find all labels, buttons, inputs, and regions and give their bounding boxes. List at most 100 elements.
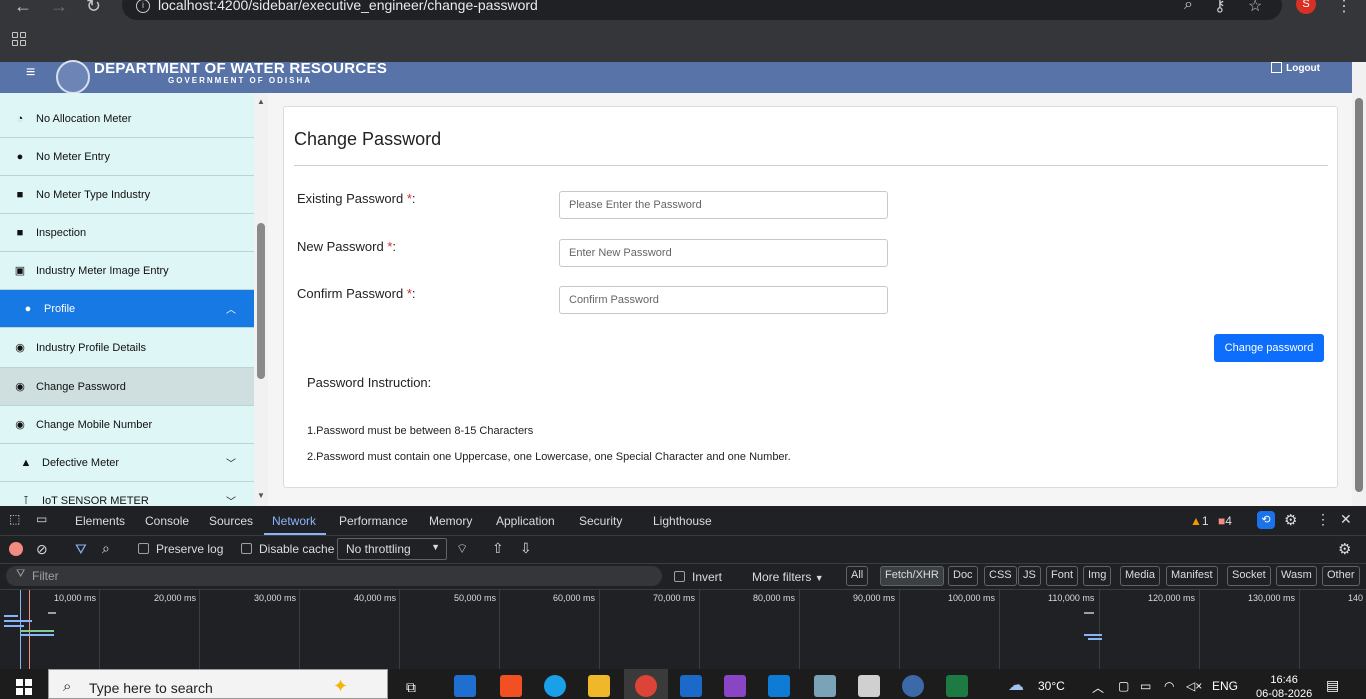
error-count-badge[interactable]: ■4: [1218, 514, 1232, 528]
network-settings-icon[interactable]: ⚙: [1338, 540, 1351, 558]
export-har-icon[interactable]: ⇩: [520, 540, 532, 557]
visual-studio-icon[interactable]: [724, 675, 746, 697]
sidebar-item-industry-meter-image-entry[interactable]: ▣ Industry Meter Image Entry: [0, 252, 254, 290]
tab-elements[interactable]: Elements: [75, 514, 125, 528]
wifi-icon[interactable]: ◠: [1164, 679, 1174, 693]
volume-muted-icon[interactable]: ◁×: [1186, 679, 1202, 693]
app-icon[interactable]: [814, 675, 836, 697]
microsoft-store-icon[interactable]: [500, 675, 522, 697]
network-timeline-overview[interactable]: 10,000 ms 20,000 ms 30,000 ms 40,000 ms …: [0, 590, 1366, 669]
sidebar-scrollbar[interactable]: ▲ ▼: [254, 93, 268, 506]
tab-memory[interactable]: Memory: [429, 514, 472, 528]
bookmark-star-icon[interactable]: ☆: [1248, 0, 1262, 16]
filter-input[interactable]: ⛛ Filter: [6, 566, 662, 586]
record-stop-icon[interactable]: [9, 542, 23, 556]
sidebar-item-industry-profile-details[interactable]: ◉ Industry Profile Details: [0, 328, 254, 368]
invert-checkbox[interactable]: [674, 571, 685, 582]
task-view-icon[interactable]: ⧉: [406, 679, 428, 699]
windows-start-icon[interactable]: [16, 679, 32, 695]
sidebar-item-no-meter-entry[interactable]: ● No Meter Entry: [0, 138, 254, 176]
menu-toggle-icon[interactable]: ≡: [26, 64, 35, 82]
vscode-icon[interactable]: [768, 675, 790, 697]
type-filter-wasm[interactable]: Wasm: [1276, 566, 1317, 586]
type-filter-media[interactable]: Media: [1120, 566, 1160, 586]
existing-password-input[interactable]: [559, 191, 888, 219]
password-key-icon[interactable]: ⚷: [1214, 0, 1226, 16]
sidebar-item-iot-sensor-meter[interactable]: ⊺ IoT SENSOR METER ﹀: [0, 482, 254, 507]
inspect-element-icon[interactable]: ⬚: [9, 512, 20, 526]
forward-icon[interactable]: →: [50, 0, 68, 17]
page-scroll-thumb[interactable]: [1355, 98, 1363, 492]
zoom-search-icon[interactable]: ⌕: [1184, 0, 1193, 14]
issues-icon[interactable]: ⟲: [1257, 511, 1275, 529]
type-filter-font[interactable]: Font: [1046, 566, 1079, 586]
tab-sources[interactable]: Sources: [209, 514, 253, 528]
sidebar-scroll-thumb[interactable]: [257, 223, 265, 379]
tab-performance[interactable]: Performance: [339, 514, 408, 528]
search-icon[interactable]: ⌕: [102, 540, 110, 557]
tab-lighthouse[interactable]: Lighthouse: [653, 514, 712, 528]
scroll-up-icon[interactable]: ▲: [257, 97, 265, 106]
taskbar-search[interactable]: ⌕ Type here to search ✦: [48, 669, 388, 699]
sidebar-item-change-mobile-number[interactable]: ◉ Change Mobile Number: [0, 406, 254, 444]
sidebar-item-defective-meter[interactable]: ▲ Defective Meter ﹀: [0, 444, 254, 482]
import-har-icon[interactable]: ⇧: [492, 540, 504, 557]
back-icon[interactable]: ←: [14, 0, 32, 17]
type-filter-all[interactable]: All: [846, 566, 869, 586]
warning-count-badge[interactable]: ▲1: [1190, 514, 1209, 528]
disable-cache-checkbox[interactable]: [241, 543, 252, 554]
notification-center-icon[interactable]: ▤: [1326, 677, 1339, 694]
change-password-button[interactable]: Change password: [1214, 334, 1324, 362]
file-explorer-icon[interactable]: [588, 675, 610, 697]
excel-icon[interactable]: [946, 675, 968, 697]
outlook-icon[interactable]: [454, 675, 476, 697]
type-filter-manifest[interactable]: Manifest: [1166, 566, 1218, 586]
tab-application[interactable]: Application: [496, 514, 555, 528]
sidebar-item-no-meter-type-industry[interactable]: ■ No Meter Type Industry: [0, 176, 254, 214]
new-password-input[interactable]: [559, 239, 888, 267]
tab-network[interactable]: Network: [272, 514, 316, 528]
clock[interactable]: 16:46 06-08-2026: [1256, 673, 1312, 699]
type-filter-other[interactable]: Other: [1322, 566, 1360, 586]
scroll-down-icon[interactable]: ▼: [257, 491, 265, 500]
tray-app-icon[interactable]: ▢: [1118, 679, 1129, 693]
device-toggle-icon[interactable]: ▭: [36, 512, 47, 526]
edge-icon[interactable]: [544, 675, 566, 697]
sidebar-item-no-allocation-meter[interactable]: ◔ No Allocation Meter: [0, 93, 254, 138]
filter-funnel-icon[interactable]: ⛛: [75, 541, 87, 558]
reload-icon[interactable]: ↻: [86, 0, 101, 17]
browser-menu-icon[interactable]: ⋮: [1336, 0, 1352, 16]
weather-icon[interactable]: ☁: [1008, 675, 1024, 695]
language-indicator[interactable]: ENG: [1212, 679, 1238, 693]
site-info-icon[interactable]: i: [136, 0, 150, 13]
preserve-log-checkbox[interactable]: [138, 543, 149, 554]
chrome-taskbar-button[interactable]: [624, 669, 668, 699]
type-filter-img[interactable]: Img: [1083, 566, 1112, 586]
sidebar-item-profile[interactable]: ● Profile ︿: [0, 290, 254, 328]
tab-console[interactable]: Console: [145, 514, 189, 528]
type-filter-socket[interactable]: Socket: [1227, 566, 1271, 586]
profile-avatar[interactable]: S: [1296, 0, 1316, 14]
apps-grid-icon[interactable]: [12, 32, 28, 48]
battery-icon[interactable]: ▭: [1140, 679, 1151, 693]
type-filter-doc[interactable]: Doc: [948, 566, 978, 586]
settings-gear-icon[interactable]: ⚙: [1284, 511, 1297, 529]
sidebar-item-change-password[interactable]: ◉ Change Password: [0, 368, 254, 406]
more-options-icon[interactable]: ⋮: [1316, 511, 1330, 528]
app-icon[interactable]: [680, 675, 702, 697]
logout-button[interactable]: Logout: [1271, 62, 1320, 74]
throttling-select[interactable]: No throttling ▼: [337, 538, 447, 560]
close-icon[interactable]: ✕: [1340, 511, 1352, 528]
type-filter-js[interactable]: JS: [1018, 566, 1041, 586]
address-bar[interactable]: i localhost:4200/sidebar/executive_engin…: [122, 0, 1282, 20]
page-scrollbar[interactable]: [1352, 62, 1366, 506]
tab-security[interactable]: Security: [579, 514, 622, 528]
app-icon[interactable]: [858, 675, 880, 697]
tray-chevron-icon[interactable]: ︿: [1092, 679, 1104, 696]
more-filters-button[interactable]: More filters ▼: [752, 570, 824, 584]
clear-icon[interactable]: ⊘: [36, 541, 48, 558]
sidebar-item-inspection[interactable]: ■ Inspection: [0, 214, 254, 252]
confirm-password-input[interactable]: [559, 286, 888, 314]
postgresql-icon[interactable]: [902, 675, 924, 697]
network-conditions-icon[interactable]: ⌔: [456, 541, 468, 557]
